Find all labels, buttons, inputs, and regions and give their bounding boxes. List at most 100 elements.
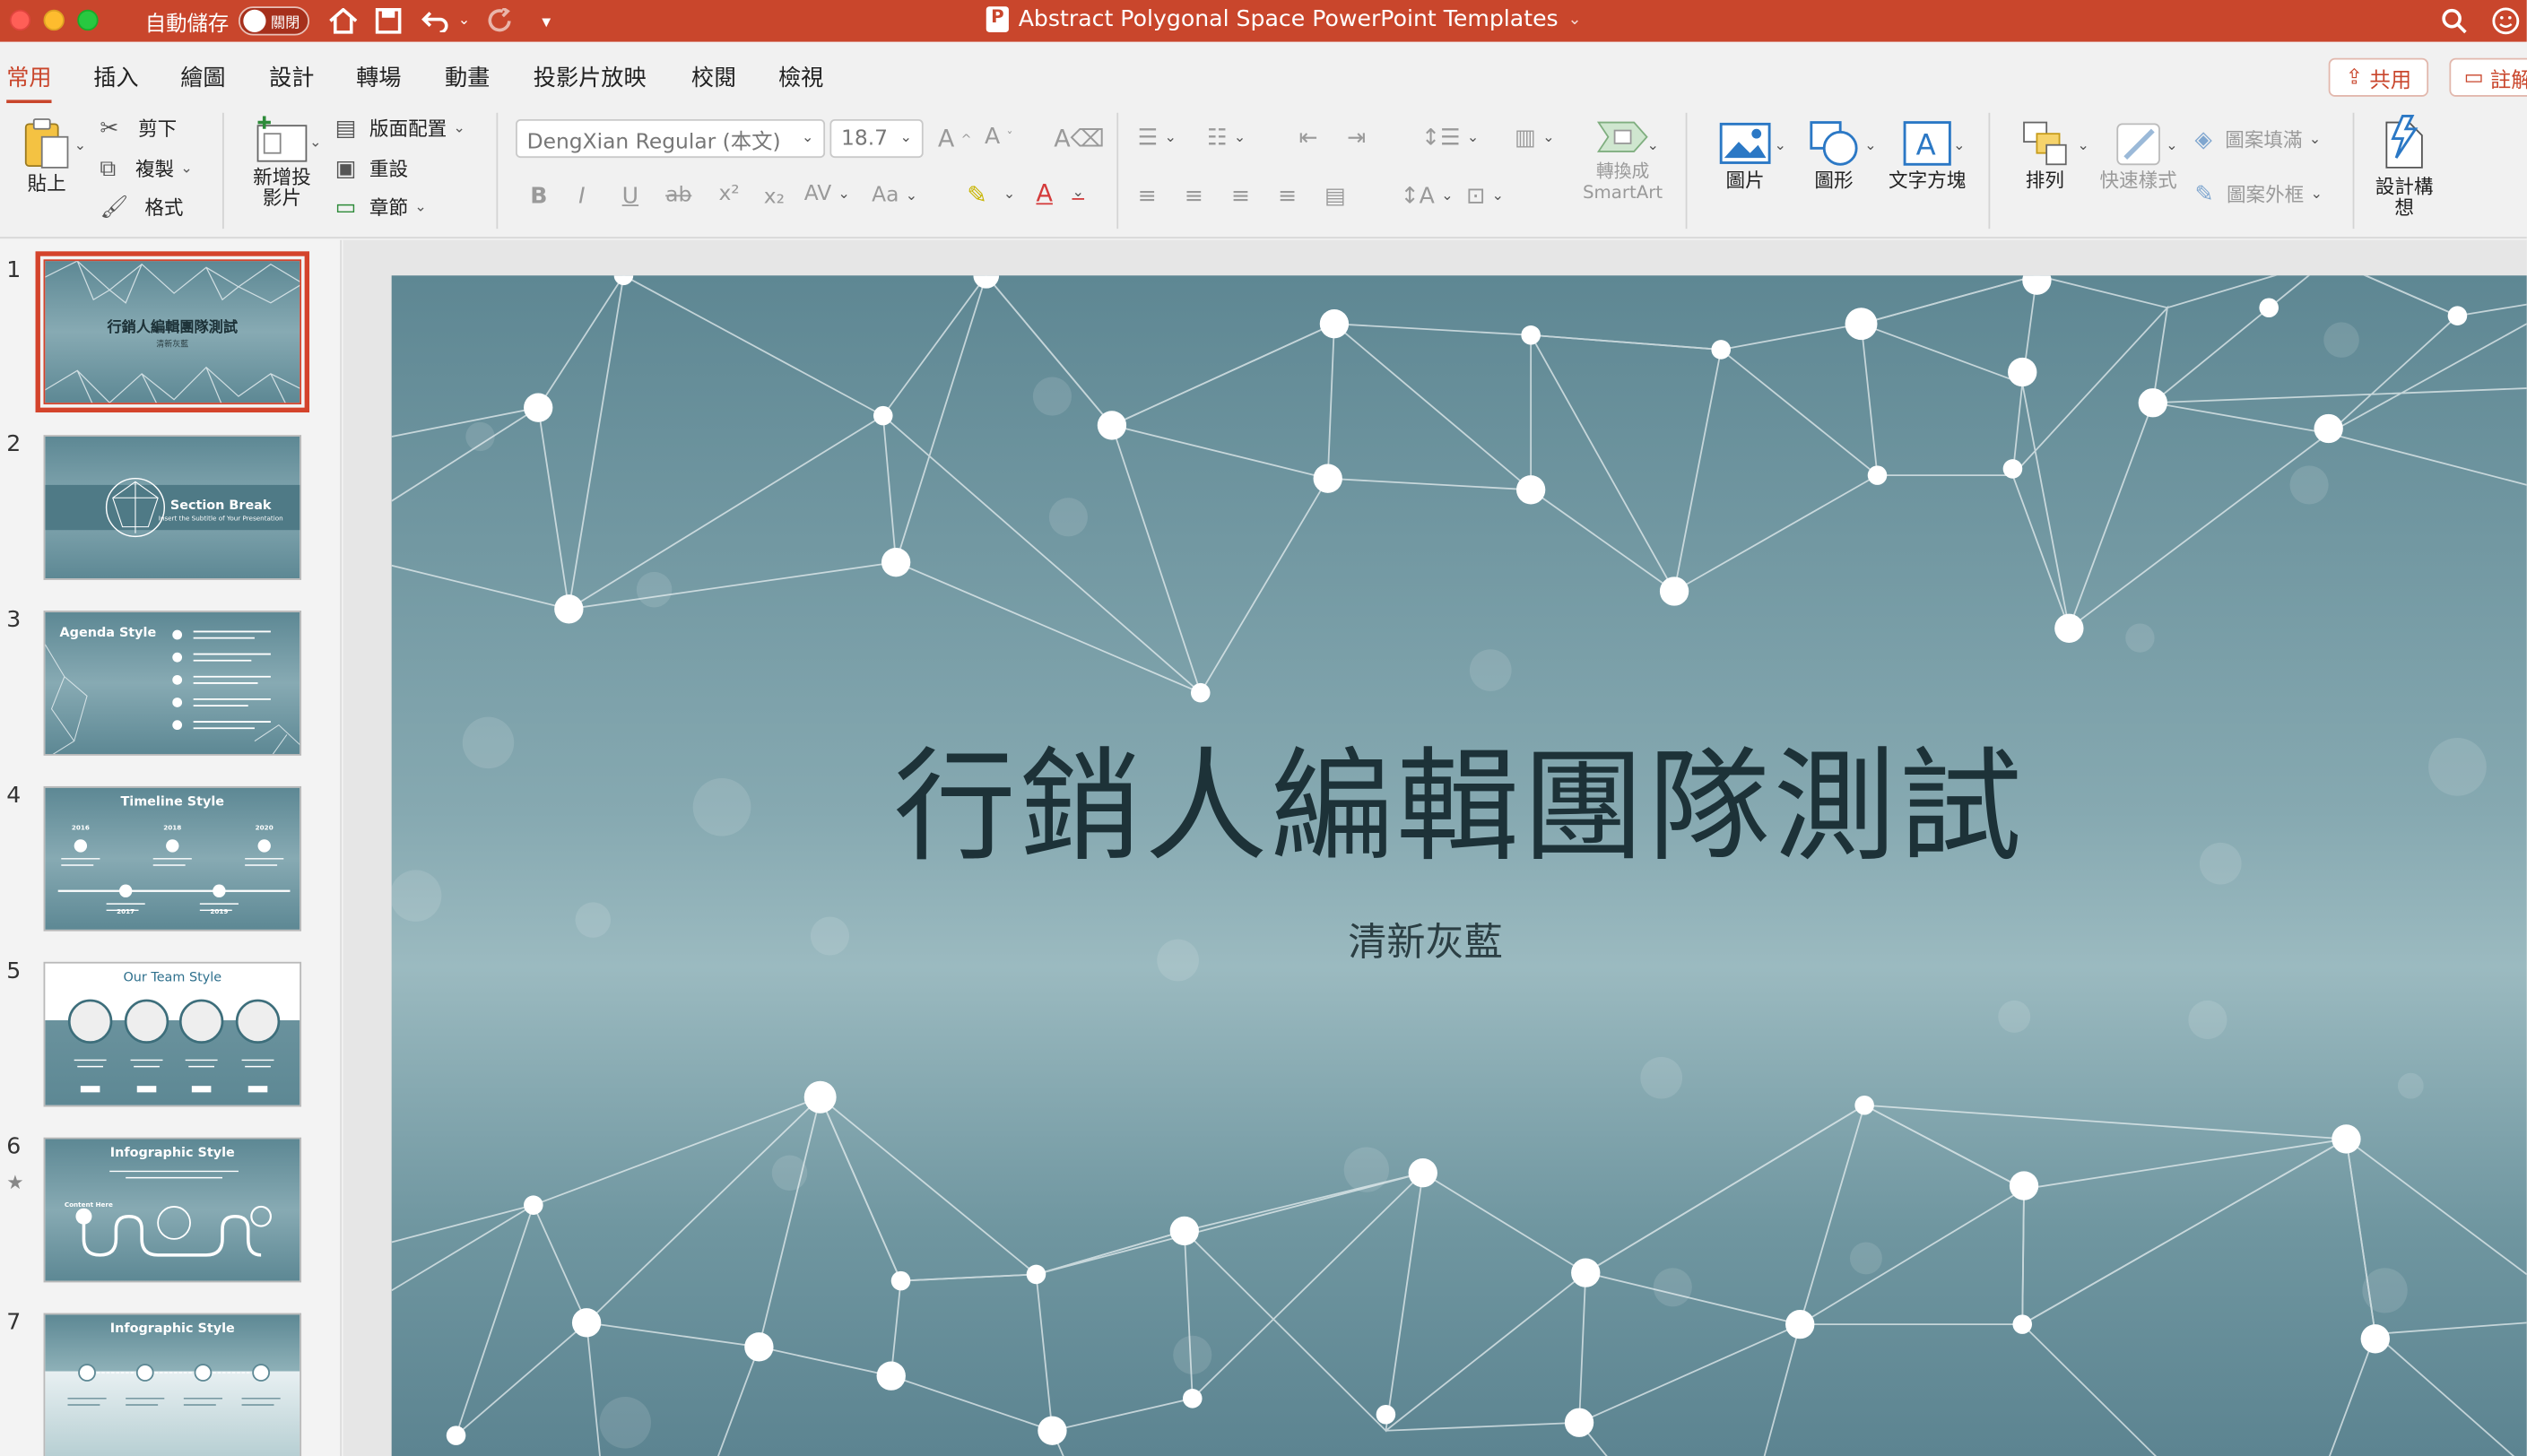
tab-insert[interactable]: 插入 xyxy=(93,61,138,93)
save-icon[interactable] xyxy=(374,4,403,37)
convert-smartart-button[interactable]: 轉換成SmartArt xyxy=(1579,116,1666,203)
numbering-icon[interactable]: ☷ ⌄ xyxy=(1207,126,1246,152)
current-slide[interactable]: 行銷人編輯團隊測試 清新灰藍 xyxy=(391,275,2527,1456)
copy-dropdown-icon[interactable]: ⌄ xyxy=(180,160,193,177)
format-painter-button[interactable]: 🖌 格式 xyxy=(100,194,183,221)
slide-thumbnail-7[interactable]: Infographic Style xyxy=(43,1313,302,1456)
close-window-button[interactable] xyxy=(9,9,31,31)
shape-fill-button[interactable]: ◈ 圖案填滿 ⌄ xyxy=(2195,126,2322,153)
slide-thumbnail-1[interactable]: 行銷人編輯團隊測試 清新灰藍 xyxy=(35,251,310,413)
divider xyxy=(1116,112,1119,230)
picture-button[interactable]: 圖片 xyxy=(1708,119,1783,192)
layout-button[interactable]: ▤ 版面配置 ⌄ xyxy=(335,115,465,143)
comments-button[interactable]: ▭ 註解 xyxy=(2449,57,2527,97)
tab-transitions[interactable]: 轉場 xyxy=(356,61,401,93)
arrange-button[interactable]: 排列 xyxy=(2008,119,2082,192)
align-center-icon[interactable]: ≡ xyxy=(1185,184,1203,210)
smartart-dropdown-icon[interactable]: ⌄ xyxy=(1647,139,1660,155)
slide-thumbnail-5[interactable]: Our Team Style xyxy=(43,961,302,1107)
section-label: 章節 xyxy=(369,196,409,220)
bold-icon[interactable]: B xyxy=(530,184,547,210)
tab-slide-show[interactable]: 投影片放映 xyxy=(534,61,647,93)
feedback-smiley-icon[interactable] xyxy=(2491,4,2520,37)
picture-dropdown-icon[interactable]: ⌄ xyxy=(1774,139,1786,155)
maximize-window-button[interactable] xyxy=(77,9,99,31)
copy-button[interactable]: ⧉ 複製 ⌄ xyxy=(100,155,192,183)
section-dropdown-icon[interactable]: ⌄ xyxy=(414,199,427,215)
shape-outline-button[interactable]: ✎ 圖案外框 ⌄ xyxy=(2195,180,2323,208)
quick-styles-dropdown-icon[interactable]: ⌄ xyxy=(2166,139,2178,155)
tab-review[interactable]: 校閱 xyxy=(691,61,736,93)
decrease-font-size-icon[interactable]: Aˇ xyxy=(985,124,1013,150)
slide-subtitle[interactable]: 清新灰藍 xyxy=(392,910,2460,966)
strikethrough-icon[interactable]: ab xyxy=(665,184,691,208)
shape-fill-dropdown-icon[interactable]: ⌄ xyxy=(2309,131,2322,147)
minimize-window-button[interactable] xyxy=(43,9,65,31)
underline-icon[interactable]: U xyxy=(622,184,638,210)
redo-icon[interactable] xyxy=(487,4,516,37)
slide-thumbnail-2[interactable]: Section Break Insert the Subtitle of You… xyxy=(43,435,302,580)
increase-font-size-icon[interactable]: A ^ xyxy=(938,124,972,152)
bullets-icon[interactable]: ☰ ⌄ xyxy=(1138,126,1177,152)
quick-styles-button[interactable]: 快速樣式 xyxy=(2095,119,2182,192)
superscript-icon[interactable]: x² xyxy=(718,182,739,206)
slide-thumbnail-3[interactable]: Agenda Style xyxy=(43,611,302,756)
arrange-dropdown-icon[interactable]: ⌄ xyxy=(2077,139,2089,155)
title-chevron-icon[interactable]: ⌄ xyxy=(1567,11,1581,29)
shapes-icon xyxy=(1810,121,1858,166)
reset-button[interactable]: ▣ 重設 xyxy=(335,155,408,183)
customize-toolbar-icon[interactable]: ▾ xyxy=(535,4,558,37)
justify-icon[interactable]: ≡ xyxy=(1278,184,1297,210)
text-box-button[interactable]: A 文字方塊 xyxy=(1882,119,1973,192)
slide-editing-area[interactable]: 行銷人編輯團隊測試 清新灰藍 xyxy=(343,239,2527,1456)
align-right-icon[interactable]: ≡ xyxy=(1231,184,1250,210)
undo-dropdown-icon[interactable]: ⌄ xyxy=(456,4,473,37)
share-button[interactable]: ⇪ 共用 xyxy=(2328,57,2429,97)
font-name-combo[interactable]: DengXian Regular (本文) ⌄ xyxy=(516,118,826,159)
highlight-color-icon[interactable]: ✎ ⌄ xyxy=(967,180,1015,209)
decrease-indent-icon[interactable]: ⇤ xyxy=(1298,126,1317,152)
subscript-icon[interactable]: x₂ xyxy=(764,186,785,210)
columns-icon[interactable]: ▥ ⌄ xyxy=(1515,126,1555,152)
undo-icon[interactable] xyxy=(419,4,451,37)
slide-thumbnail-pane[interactable]: 1 行銷人編輯團隊測試 清新灰藍 2 Section Break Insert … xyxy=(0,239,342,1456)
slide-thumbnail-6[interactable]: Infographic Style Content Here xyxy=(43,1137,302,1283)
convert-smartart-label: 轉換成SmartArt xyxy=(1582,160,1663,204)
clear-formatting-icon[interactable]: A⌫ xyxy=(1054,124,1105,152)
layout-dropdown-icon[interactable]: ⌄ xyxy=(453,120,465,136)
shape-outline-dropdown-icon[interactable]: ⌄ xyxy=(2310,186,2323,203)
align-text-icon[interactable]: ⊡ ⌄ xyxy=(1466,184,1504,210)
distributed-icon[interactable]: ▤ xyxy=(1324,184,1346,210)
cut-button[interactable]: ✂ 剪下 xyxy=(100,115,177,143)
new-slide-dropdown-icon[interactable]: ⌄ xyxy=(309,135,322,152)
font-color-icon[interactable]: A ⌄ xyxy=(1036,178,1084,207)
tab-draw[interactable]: 繪圖 xyxy=(180,61,225,93)
line-spacing-icon[interactable]: ↕☰ ⌄ xyxy=(1421,126,1479,152)
search-icon[interactable] xyxy=(2440,4,2469,37)
change-case-icon[interactable]: Aa ⌄ xyxy=(872,184,917,208)
paste-button[interactable]: 貼上 xyxy=(10,116,84,195)
shapes-button[interactable]: 圖形 xyxy=(1795,119,1872,192)
autosave-state: 關閉 xyxy=(270,15,300,32)
shapes-dropdown-icon[interactable]: ⌄ xyxy=(1864,139,1877,155)
new-slide-button[interactable]: 新增投影片 xyxy=(242,116,323,209)
align-left-icon[interactable]: ≡ xyxy=(1138,184,1157,210)
slide-thumbnail-4[interactable]: Timeline Style 2016 2017 2018 2019 2020 xyxy=(43,785,302,932)
tab-animations[interactable]: 動畫 xyxy=(445,61,490,93)
divider xyxy=(496,112,499,230)
text-direction-icon[interactable]: ↕A ⌄ xyxy=(1401,184,1454,210)
design-ideas-button[interactable]: 設計構想 xyxy=(2366,113,2443,220)
tab-view[interactable]: 檢視 xyxy=(778,61,823,93)
tab-design[interactable]: 設計 xyxy=(269,61,314,93)
home-icon[interactable] xyxy=(327,4,360,37)
text-box-dropdown-icon[interactable]: ⌄ xyxy=(1953,139,1966,155)
slide-title[interactable]: 行銷人編輯團隊測試 xyxy=(392,707,2527,885)
font-size-combo[interactable]: 18.7 ⌄ xyxy=(829,118,924,159)
increase-indent-icon[interactable]: ⇥ xyxy=(1347,126,1366,152)
tab-home[interactable]: 常用 xyxy=(6,61,52,105)
autosave-toggle[interactable]: 關閉 xyxy=(238,6,310,36)
paste-dropdown-icon[interactable]: ⌄ xyxy=(74,139,87,155)
section-button[interactable]: ▭ 章節 ⌄ xyxy=(335,194,427,221)
italic-icon[interactable]: I xyxy=(578,184,585,210)
character-spacing-icon[interactable]: AV ⌄ xyxy=(804,182,850,206)
